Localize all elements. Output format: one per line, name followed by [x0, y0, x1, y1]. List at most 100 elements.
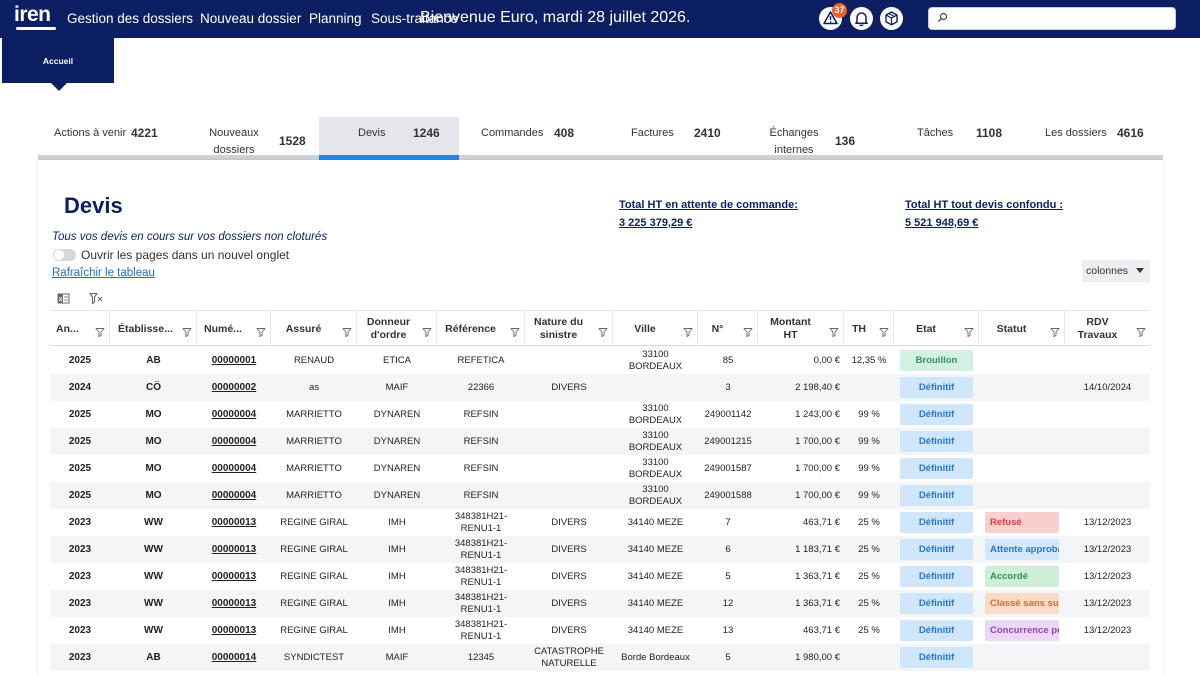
cell-numero-voie: 249001215 [704, 435, 752, 447]
filter-icon[interactable] [1136, 327, 1146, 341]
col-rdv-travaux[interactable]: RDV Travaux [1065, 311, 1150, 347]
tab-commandes[interactable]: Commandes 408 [468, 117, 598, 159]
statut-badge[interactable]: Concurrence pe [985, 620, 1059, 641]
col-statut[interactable]: Statut [979, 311, 1065, 347]
cell-numero[interactable]: 00000004 [197, 455, 271, 482]
cell-numero[interactable]: 00000001 [197, 347, 271, 374]
filter-icon[interactable] [1050, 327, 1060, 341]
tab-nouveaux-dossiers[interactable]: Nouveaux dossiers 1528 [188, 117, 318, 159]
filter-icon[interactable] [598, 327, 608, 341]
accueil-tab[interactable]: Accueil [2, 38, 114, 83]
nav-planning[interactable]: Planning [309, 11, 362, 26]
devis-number-link[interactable]: 00000013 [212, 571, 257, 583]
table-row[interactable]: 2023 AB 00000014 SYNDICTEST MAIF 12345 CATASTR… [50, 644, 1150, 671]
cell-rdv-travaux [1065, 347, 1150, 374]
table-row[interactable]: 2024 CÖ 00000002 as MAIF 22366 DIVERS 3 2 198,40… [50, 374, 1150, 401]
col-annee[interactable]: An... [50, 311, 110, 347]
devis-number-link[interactable]: 00000013 [212, 517, 257, 529]
devis-number-link[interactable]: 00000004 [212, 409, 257, 421]
cell-numero[interactable]: 00000013 [197, 590, 271, 617]
cell-ville [613, 374, 698, 401]
col-reference[interactable]: Référence [437, 311, 525, 347]
tab-echanges-internes[interactable]: Échanges internes 136 [758, 117, 888, 159]
bell-icon[interactable] [850, 7, 873, 30]
svg-text:X: X [58, 297, 62, 303]
filter-icon[interactable] [182, 327, 192, 341]
filter-icon[interactable] [879, 327, 889, 341]
tab-factures[interactable]: Factures 2410 [618, 117, 748, 159]
table-row[interactable]: 2025 MO 00000004 MARRIETTO DYNAREN REFSIN 3310… [50, 428, 1150, 455]
devis-number-link[interactable]: 00000013 [212, 625, 257, 637]
table-row[interactable]: 2023 WW 00000013 REGINE GIRAL IMH 348381H21-R… [50, 590, 1150, 617]
statut-badge[interactable]: Attente approba [985, 539, 1059, 560]
filter-icon[interactable] [829, 327, 839, 341]
filter-icon[interactable] [683, 327, 693, 341]
devis-number-link[interactable]: 00000013 [212, 544, 257, 556]
cell-numero[interactable]: 00000014 [197, 644, 271, 671]
columns-dropdown[interactable]: colonnes [1082, 260, 1150, 282]
col-assure[interactable]: Assuré [271, 311, 357, 347]
statut-badge[interactable]: Refusé [985, 512, 1059, 533]
cell-numero[interactable]: 00000002 [197, 374, 271, 401]
table-row[interactable]: 2025 AB 00000001 RENAUD ETICA REFETICA 33100 B… [50, 347, 1150, 374]
col-ville[interactable]: Ville [613, 311, 698, 347]
cell-numero[interactable]: 00000013 [197, 617, 271, 644]
search-input[interactable] [953, 10, 1171, 27]
table-row[interactable]: 2025 MO 00000004 MARRIETTO DYNAREN REFSIN 3310… [50, 482, 1150, 509]
search-box[interactable] [928, 7, 1176, 30]
filter-icon[interactable] [964, 327, 974, 341]
table-row[interactable]: 2025 MO 00000004 MARRIETTO DYNAREN REFSIN 3310… [50, 455, 1150, 482]
col-etablissement[interactable]: Établisse... [110, 311, 197, 347]
refresh-table-link[interactable]: Rafraîchir le tableau [52, 267, 155, 279]
table-row[interactable]: 2025 MO 00000004 MARRIETTO DYNAREN REFSIN 3310… [50, 401, 1150, 428]
table-row[interactable]: 2023 WW 00000013 REGINE GIRAL IMH 348381H21-R… [50, 617, 1150, 644]
cell-numero[interactable]: 00000013 [197, 536, 271, 563]
tab-taches[interactable]: Tâches 1108 [908, 117, 1028, 159]
col-numero-voie[interactable]: N° [698, 311, 758, 347]
nav-gestion-dossiers[interactable]: Gestion des dossiers [67, 11, 193, 26]
devis-number-link[interactable]: 00000013 [212, 598, 257, 610]
col-numero[interactable]: Numé... [197, 311, 271, 347]
cell-numero[interactable]: 00000013 [197, 509, 271, 536]
tab-actions-a-venir[interactable]: Actions à venir 4221 [38, 117, 168, 159]
filter-icon[interactable] [422, 327, 432, 341]
devis-number-link[interactable]: 00000004 [212, 490, 257, 502]
total-all-devis[interactable]: Total HT tout devis confondu : 5 521 948… [905, 196, 1063, 232]
devis-number-link[interactable]: 00000004 [212, 436, 257, 448]
devis-number-link[interactable]: 00000002 [212, 382, 257, 394]
col-donneur-ordre[interactable]: Donneur d'ordre [357, 311, 437, 347]
cell-numero[interactable]: 00000004 [197, 482, 271, 509]
cell-numero[interactable]: 00000004 [197, 428, 271, 455]
logo-underline [16, 27, 56, 30]
col-th[interactable]: TH [844, 311, 894, 347]
devis-number-link[interactable]: 00000014 [212, 652, 257, 664]
table-row[interactable]: 2023 WW 00000013 REGINE GIRAL IMH 348381H21-R… [50, 563, 1150, 590]
col-montant-ht[interactable]: Montant HT [758, 311, 844, 347]
tab-les-dossiers[interactable]: Les dossiers 4616 [1038, 117, 1163, 159]
filter-icon[interactable] [342, 327, 352, 341]
excel-export-icon[interactable]: X [57, 292, 70, 310]
cell-numero[interactable]: 00000013 [197, 563, 271, 590]
etat-badge: Définitif [900, 566, 973, 587]
devis-number-link[interactable]: 00000001 [212, 355, 257, 367]
cell-numero-voie: 249001588 [704, 489, 752, 501]
devis-number-link[interactable]: 00000004 [212, 463, 257, 475]
tab-devis[interactable]: Devis 1246 [319, 117, 459, 159]
table-row[interactable]: 2023 WW 00000013 REGINE GIRAL IMH 348381H21-R… [50, 509, 1150, 536]
statut-badge[interactable]: Classé sans suit [985, 593, 1059, 614]
col-etat[interactable]: Etat [894, 311, 979, 347]
statut-badge[interactable]: Accordé [985, 566, 1059, 587]
table-row[interactable]: 2023 WW 00000013 REGINE GIRAL IMH 348381H21-R… [50, 536, 1150, 563]
filter-icon[interactable] [510, 327, 520, 341]
filter-icon[interactable] [743, 327, 753, 341]
col-nature-sinistre[interactable]: Nature du sinistre [525, 311, 613, 347]
clear-filter-icon[interactable] [89, 292, 103, 310]
new-tab-toggle[interactable] [53, 249, 76, 261]
cell-numero[interactable]: 00000004 [197, 401, 271, 428]
total-pending-order[interactable]: Total HT en attente de commande: 3 225 3… [619, 196, 798, 232]
package-icon[interactable] [880, 7, 903, 30]
filter-icon[interactable] [95, 327, 105, 341]
nav-nouveau-dossier[interactable]: Nouveau dossier [200, 11, 301, 26]
app-logo[interactable]: iren [14, 3, 58, 30]
filter-icon[interactable] [256, 327, 266, 341]
